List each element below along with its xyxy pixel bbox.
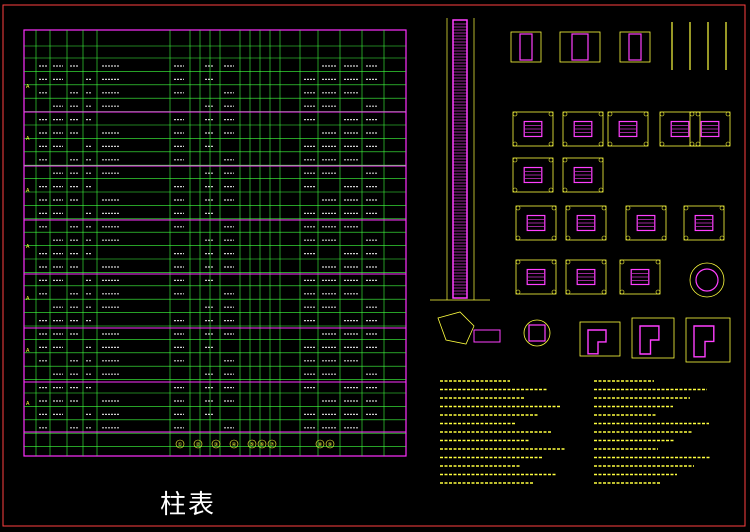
row-group-label: A: [26, 244, 30, 250]
column-section-icon: [689, 111, 731, 147]
svg-text:⑥: ⑥: [260, 442, 265, 448]
round-column-icon: [689, 262, 725, 298]
row-group-label: A: [26, 296, 30, 302]
table-bottom-label: ①: [175, 439, 185, 449]
svg-text:③: ③: [214, 442, 218, 448]
column-section-icon: [565, 205, 607, 241]
joint-detail-icon: [631, 317, 675, 359]
column-section-icon: [562, 157, 604, 193]
drawing-canvas: A A A A A A A ① ② ③ ④ ⑤ ⑥ ⑦ ⑧ ⑨: [2, 4, 746, 527]
joint-detail-icon: [579, 321, 621, 357]
table-bottom-label: ⑥: [257, 439, 267, 449]
joint-detail-icon: [437, 311, 501, 345]
svg-text:④: ④: [232, 442, 237, 448]
svg-text:⑨: ⑨: [328, 442, 332, 448]
column-schedule-table: A A A A A A A ① ② ③ ④ ⑤ ⑥ ⑦ ⑧ ⑨: [23, 29, 407, 457]
column-section-icon: [607, 111, 649, 147]
column-section-icon: [683, 205, 725, 241]
row-group-label: A: [26, 188, 30, 194]
column-section-icon: [565, 259, 607, 295]
row-group-label: A: [26, 348, 30, 354]
row-group-label: A: [26, 401, 30, 407]
svg-text:⑧: ⑧: [318, 442, 323, 448]
top-detail: [619, 31, 651, 63]
row-group-label: A: [26, 84, 30, 90]
column-elevation: [430, 18, 490, 301]
outer-frame: [2, 4, 746, 527]
top-detail: [559, 31, 601, 63]
svg-text:⑤: ⑤: [250, 442, 254, 448]
table-bottom-label: ③: [211, 439, 221, 449]
row-group-label: A: [26, 136, 30, 142]
round-column-icon: [523, 319, 551, 347]
column-section-icon: [659, 111, 701, 147]
table-bottom-label: ⑦: [267, 439, 277, 449]
column-section-icon: [562, 111, 604, 147]
table-bottom-label: ⑨: [325, 439, 335, 449]
general-notes: [440, 380, 711, 484]
table-bottom-label: ⑤: [247, 439, 257, 449]
joint-detail-icon: [685, 317, 731, 363]
drawing-caption: 柱表: [160, 490, 217, 520]
column-section-icon: [625, 205, 667, 241]
column-section-icon: [512, 111, 554, 147]
column-section-icon: [512, 157, 554, 193]
svg-text:⑦: ⑦: [270, 442, 275, 448]
top-detail: [510, 31, 542, 63]
table-bottom-label: ②: [193, 439, 203, 449]
section-details: [437, 22, 731, 363]
table-border: [23, 29, 407, 457]
table-bottom-label: ④: [229, 439, 239, 449]
column-section-icon: [619, 259, 661, 295]
svg-text:①: ①: [178, 442, 183, 448]
column-section-icon: [515, 259, 557, 295]
table-bottom-label: ⑧: [315, 439, 325, 449]
column-section-icon: [515, 205, 557, 241]
svg-text:②: ②: [196, 442, 201, 448]
